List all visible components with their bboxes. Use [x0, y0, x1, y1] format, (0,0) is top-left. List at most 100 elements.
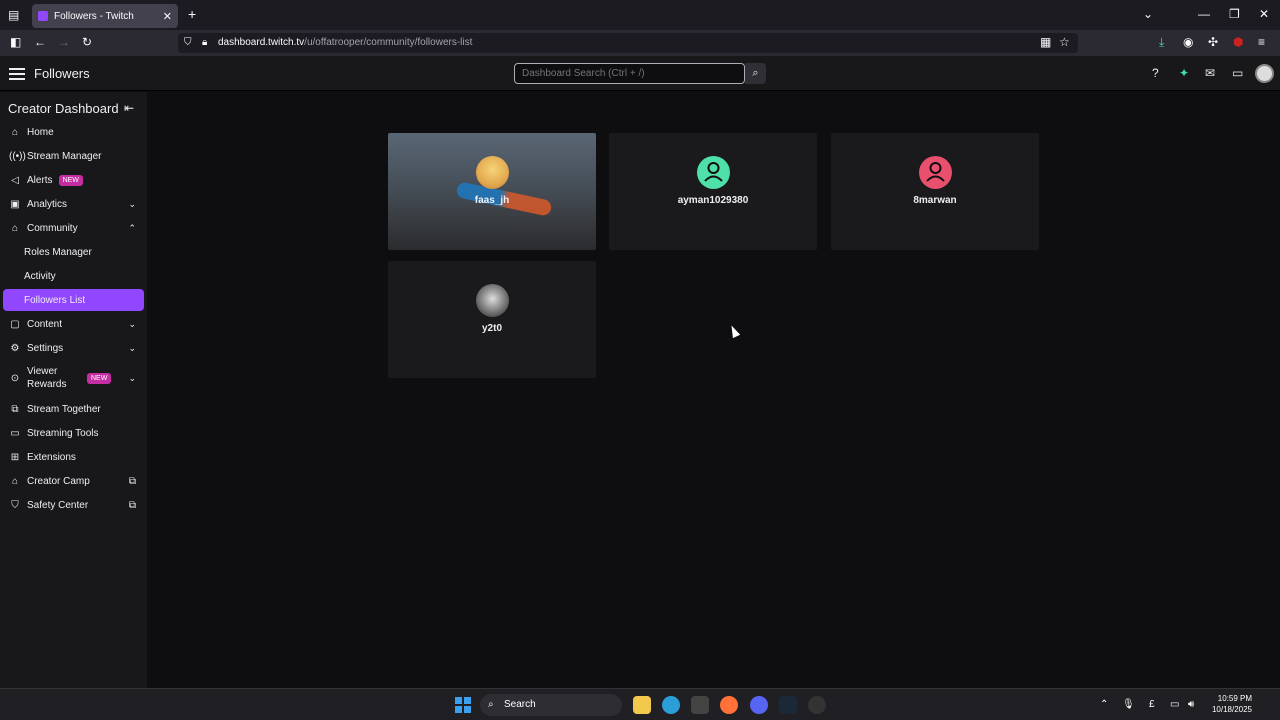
- downloads-icon[interactable]: ⤓: [1159, 35, 1164, 50]
- menu-icon[interactable]: [9, 65, 25, 81]
- minimize-icon[interactable]: —: [1198, 7, 1210, 21]
- windows-start-icon[interactable]: [455, 697, 471, 713]
- forward-icon[interactable]: →: [58, 35, 70, 49]
- sidebar-item-settings[interactable]: ⚙ Settings ⌄: [3, 337, 144, 359]
- twitch-favicon-icon: [38, 11, 48, 21]
- sidebar-item-followers-list[interactable]: Followers List: [3, 289, 144, 311]
- sidebar-item-label: Content: [27, 318, 63, 330]
- user-avatar[interactable]: [1255, 64, 1274, 83]
- external-link-icon: ⧉: [128, 499, 136, 511]
- reload-icon[interactable]: ↻: [82, 35, 92, 49]
- follower-card[interactable]: ayman1029380: [609, 133, 817, 250]
- sidebar-item-viewer-rewards[interactable]: ⊙ Viewer Rewards NEW ⌄: [3, 363, 144, 393]
- sidebar-item-activity[interactable]: Activity: [3, 265, 144, 287]
- follower-card[interactable]: 8marwan: [831, 133, 1039, 250]
- windows-taskbar: ⌕ Search ⌃ 🎙︎ £ ▭ 🔊︎ 10:59 PM 10/18/2025: [0, 688, 1280, 720]
- sidebar-item-creator-camp[interactable]: ⌂ Creator Camp ⧉: [3, 470, 144, 492]
- chevron-up-icon: ⌃: [128, 222, 136, 233]
- search-button[interactable]: ⌕: [745, 63, 766, 84]
- help-icon[interactable]: ?: [1152, 66, 1159, 80]
- sidebar-item-label: Roles Manager: [24, 246, 92, 258]
- browser-tab-active[interactable]: Followers - Twitch ✕: [32, 4, 178, 28]
- sidebar-toggle-icon[interactable]: ◧: [10, 35, 21, 49]
- sidebar-item-label: Activity: [24, 270, 56, 282]
- firefox-icon[interactable]: [720, 696, 738, 714]
- sidebar-item-streaming-tools[interactable]: ▭ Streaming Tools: [3, 422, 144, 444]
- broadcast-icon: ((•)): [9, 150, 26, 162]
- tray-currency-icon[interactable]: £: [1149, 699, 1155, 710]
- bookmark-star-icon[interactable]: ☆: [1059, 35, 1070, 49]
- sidebar-item-label: Settings: [27, 342, 64, 354]
- steam-icon[interactable]: [779, 696, 797, 714]
- sidebar-item-safety-center[interactable]: ⛉ Safety Center ⧉: [3, 494, 144, 516]
- app-icon[interactable]: [808, 696, 826, 714]
- follower-card[interactable]: faas_jh: [388, 133, 596, 250]
- shield-icon: ⛉: [11, 499, 19, 511]
- gear-icon: ⚙: [10, 342, 20, 354]
- restore-icon[interactable]: ❐: [1229, 7, 1240, 21]
- sidebar-title: Creator Dashboard: [8, 101, 119, 116]
- follower-name: ayman1029380: [677, 195, 749, 206]
- sidebar-item-label: Extensions: [27, 451, 76, 463]
- followers-list-main: faas_jh ayman1029380 8marwan y2t0: [147, 92, 1280, 688]
- sidebar-item-home[interactable]: ⌂ Home: [3, 121, 144, 143]
- volume-icon[interactable]: 🔊︎: [1188, 699, 1194, 710]
- back-icon[interactable]: ←: [34, 35, 46, 49]
- sidebar-item-alerts[interactable]: ◁ Alerts NEW: [3, 169, 144, 191]
- dashboard-search-input[interactable]: [514, 63, 745, 84]
- whispers-icon[interactable]: ▭: [1232, 66, 1243, 80]
- chevron-down-icon: ⌄: [128, 318, 136, 329]
- clock-time: 10:59 PM: [1217, 694, 1252, 703]
- sidebar-item-community[interactable]: ⌂ Community ⌃: [3, 217, 144, 239]
- default-user-icon: [926, 162, 945, 182]
- sparkle-icon[interactable]: ✦: [1179, 66, 1189, 80]
- store-icon[interactable]: [691, 696, 709, 714]
- sidebar-item-stream-manager[interactable]: ((•)) Stream Manager: [3, 145, 144, 167]
- sidebar-item-content[interactable]: ▢ Content ⌄: [3, 313, 144, 335]
- collapse-sidebar-icon[interactable]: ⇤: [124, 101, 134, 115]
- tray-overflow-icon[interactable]: ⌃: [1100, 699, 1108, 710]
- sidebar-item-label: Analytics: [27, 198, 68, 210]
- sidebar-item-extensions[interactable]: ⊞ Extensions: [3, 446, 144, 468]
- browser-nav-bar: ◧ ← → ↻ ⛉ 🔒︎ dashboard.twitch.tv/u/offat…: [0, 30, 1280, 56]
- search-icon: ⌕: [488, 699, 494, 710]
- file-explorer-icon[interactable]: [633, 696, 651, 714]
- tab-list-icon[interactable]: ▤: [8, 8, 19, 22]
- mail-icon[interactable]: ✉: [1205, 66, 1215, 80]
- avatar: [919, 156, 952, 189]
- reader-view-icon[interactable]: ▦: [1040, 35, 1051, 49]
- account-icon[interactable]: ◉: [1183, 35, 1193, 49]
- window-close-icon[interactable]: ✕: [1259, 7, 1269, 21]
- sidebar-item-roles-manager[interactable]: Roles Manager: [3, 241, 144, 263]
- sidebar-item-label: Alerts: [27, 174, 53, 186]
- creator-dashboard-sidebar: Creator Dashboard ⇤ ⌂ Home ((•)) Stream …: [0, 92, 147, 688]
- sidebar-item-analytics[interactable]: ▣ Analytics ⌄: [3, 193, 144, 215]
- taskbar-search[interactable]: ⌕ Search: [480, 694, 622, 716]
- follower-card[interactable]: y2t0: [388, 261, 596, 378]
- network-icon[interactable]: ▭: [1170, 699, 1179, 710]
- tab-close-icon[interactable]: ✕: [163, 10, 172, 23]
- content-icon: ▢: [10, 318, 20, 330]
- sidebar-item-label: Safety Center: [27, 499, 89, 511]
- taskbar-clock[interactable]: 10:59 PM 10/18/2025: [1206, 693, 1252, 715]
- microphone-icon[interactable]: 🎙︎: [1122, 699, 1135, 710]
- sidebar-item-stream-together[interactable]: ⧉ Stream Together: [3, 398, 144, 420]
- tracking-shield-icon[interactable]: ⛉: [184, 33, 192, 53]
- discord-icon[interactable]: [750, 696, 768, 714]
- sidebar-item-label: Followers List: [24, 294, 86, 306]
- sidebar-item-label: Streaming Tools: [27, 427, 99, 439]
- sidebar-item-label: Stream Together: [27, 403, 101, 415]
- analytics-icon: ▣: [10, 198, 20, 210]
- sidebar-item-label: Home: [27, 126, 54, 138]
- page-title: Followers: [34, 66, 90, 81]
- extensions-puzzle-icon[interactable]: ✣: [1208, 35, 1218, 49]
- new-tab-button[interactable]: +: [188, 6, 196, 22]
- avatar: [697, 156, 730, 189]
- tab-overflow-icon[interactable]: ⌄: [1143, 7, 1153, 21]
- app-menu-icon[interactable]: ≡: [1258, 35, 1265, 49]
- taskbar-search-label: Search: [504, 699, 536, 710]
- ublock-icon[interactable]: ⬢: [1233, 35, 1243, 49]
- lock-icon[interactable]: 🔒︎: [202, 33, 207, 53]
- edge-icon[interactable]: [662, 696, 680, 714]
- url-bar[interactable]: ⛉ 🔒︎ dashboard.twitch.tv/u/offatrooper/c…: [178, 33, 1078, 53]
